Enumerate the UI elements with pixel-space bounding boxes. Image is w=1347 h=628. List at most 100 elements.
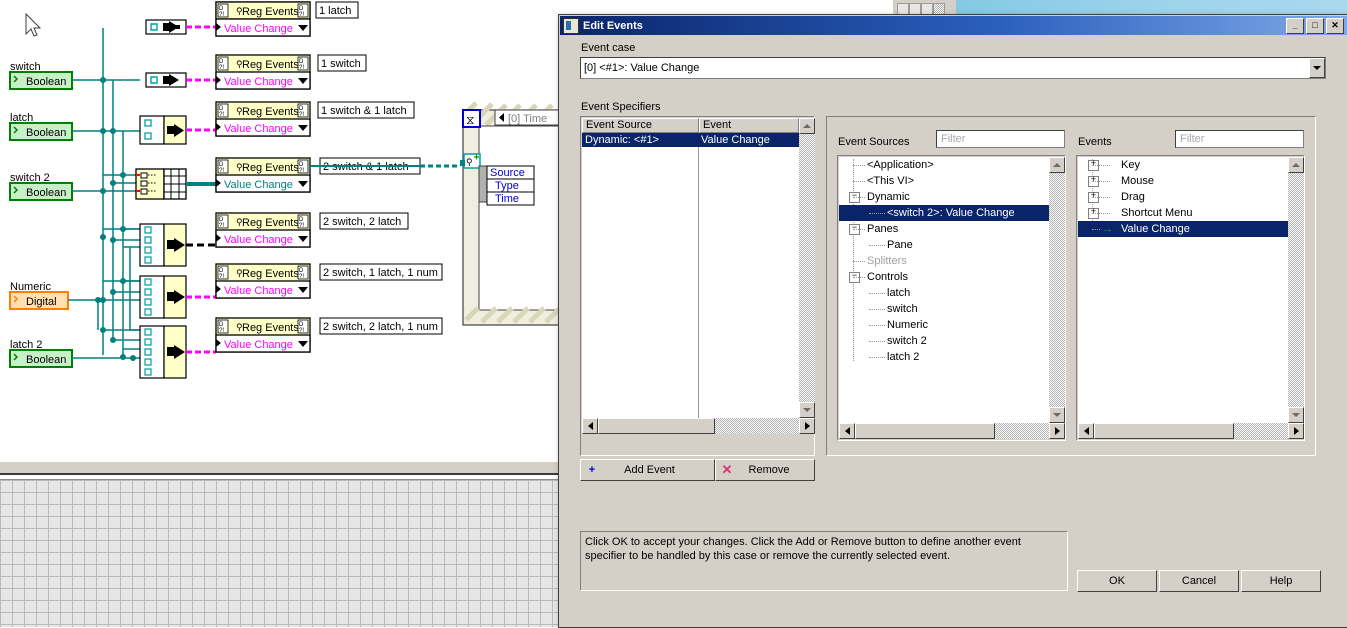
sources-vertical-scrollbar[interactable] — [1049, 157, 1065, 423]
chevron-up-icon — [1053, 163, 1061, 167]
control-terminal-numeric: Numeric Digital — [9, 281, 140, 310]
svg-text:?!: ?! — [219, 328, 224, 334]
event-source-item-latch[interactable]: latch — [839, 285, 1049, 301]
event-case-combo[interactable]: [0] <#1>: Value Change — [580, 57, 1326, 79]
help-button[interactable]: Help — [1241, 570, 1321, 592]
svg-text:Value Change: Value Change — [224, 123, 293, 135]
cancel-button[interactable]: Cancel — [1159, 570, 1239, 592]
scroll-up-button[interactable] — [1049, 157, 1065, 173]
svg-text:?!: ?! — [219, 223, 224, 229]
scroll-left-button[interactable] — [582, 418, 598, 434]
specifiers-list-body[interactable]: Dynamic: <#1> Value Change — [582, 133, 799, 418]
event-item-label: Shortcut Menu — [1121, 207, 1193, 219]
scroll-right-button[interactable] — [799, 418, 815, 434]
event-item-label: Mouse — [1121, 175, 1155, 187]
event-source-item-pane[interactable]: Pane — [839, 237, 1049, 253]
tree-branch-line — [1092, 165, 1110, 166]
event-item-label: Key — [1121, 159, 1140, 171]
event-source-item-switch-2[interactable]: switch 2 — [839, 333, 1049, 349]
events-label: Events — [1078, 136, 1112, 148]
scroll-up-button[interactable] — [1288, 157, 1304, 173]
event-item-mouse[interactable]: + Mouse — [1078, 173, 1288, 189]
event-source-item-switch[interactable]: switch — [839, 301, 1049, 317]
scroll-down-button[interactable] — [1288, 407, 1304, 423]
reg-events-node-1: Reg Events D?! D?! ⚲ Value Change 1 latc… — [215, 1, 359, 37]
event-source-item-dynamic[interactable]: − Dynamic — [839, 189, 1049, 205]
event-item-value-change[interactable]: → Value Change — [1078, 221, 1288, 237]
scroll-left-button[interactable] — [839, 423, 855, 439]
svg-text:Value Change: Value Change — [224, 339, 293, 351]
bundler-node-3 — [139, 115, 187, 145]
scroll-down-button[interactable] — [1049, 407, 1065, 423]
scroll-thumb[interactable] — [598, 418, 715, 434]
minimize-button[interactable]: _ — [1286, 17, 1304, 34]
svg-text:Value Change: Value Change — [224, 23, 293, 35]
event-source-item-switch-2-value-change[interactable]: <switch 2>: Value Change — [839, 205, 1049, 221]
maximize-button[interactable]: □ — [1306, 17, 1324, 34]
edit-events-dialog[interactable]: Edit Events _ □ ✕ Event case [0] <#1>: V… — [558, 14, 1347, 628]
svg-text:⚲: ⚲ — [236, 322, 243, 332]
specifiers-horizontal-scrollbar[interactable] — [582, 418, 815, 434]
dialog-titlebar[interactable]: Edit Events _ □ ✕ — [560, 16, 1347, 35]
scroll-down-button[interactable] — [799, 402, 815, 418]
specifiers-vertical-scrollbar[interactable] — [799, 118, 815, 418]
svg-text:?!: ?! — [299, 112, 304, 118]
sources-horizontal-scrollbar[interactable] — [839, 423, 1065, 439]
dialog-title: Edit Events — [583, 19, 643, 32]
event-item-drag[interactable]: + Drag — [1078, 189, 1288, 205]
svg-text:Boolean: Boolean — [26, 187, 66, 199]
scroll-right-button[interactable] — [1288, 423, 1304, 439]
svg-text:⚲: ⚲ — [236, 268, 243, 278]
svg-text:Source: Source — [490, 167, 525, 179]
chevron-down-icon — [1292, 413, 1300, 417]
event-case-value: [0] <#1>: Value Change — [584, 62, 700, 74]
events-vertical-scrollbar[interactable] — [1288, 157, 1304, 423]
event-source-item-numeric[interactable]: Numeric — [839, 317, 1049, 333]
tree-branch-line — [1092, 181, 1110, 182]
svg-text:Reg Events: Reg Events — [242, 322, 299, 334]
bundler-node-6 — [139, 275, 187, 319]
tree-branch-line — [869, 213, 885, 214]
svg-text:Reg Events: Reg Events — [242, 6, 299, 18]
event-source-item-splitters[interactable]: Splitters — [839, 253, 1049, 269]
remove-button[interactable]: ✕ Remove — [715, 459, 815, 481]
events-filter-input[interactable]: Filter — [1175, 130, 1304, 148]
event-source-item-latch-2[interactable]: latch 2 — [839, 349, 1049, 365]
event-source-item-label: <switch 2>: Value Change — [887, 207, 1015, 219]
event-source-item-this-vi[interactable]: <This VI> — [839, 173, 1049, 189]
svg-text:Time: Time — [495, 193, 519, 205]
event-item-shortcut-menu[interactable]: + Shortcut Menu — [1078, 205, 1288, 221]
column-header-event-source[interactable]: Event Source — [582, 118, 699, 133]
scroll-up-button[interactable] — [799, 118, 815, 134]
scroll-thumb[interactable] — [1094, 423, 1234, 439]
add-event-button[interactable]: + Add Event — [580, 459, 715, 481]
events-horizontal-scrollbar[interactable] — [1078, 423, 1304, 439]
event-sources-filter-input[interactable]: Filter — [936, 130, 1065, 148]
chevron-right-icon — [1293, 427, 1299, 435]
svg-text:[0] Time: [0] Time — [508, 113, 547, 125]
remove-x-icon: ✕ — [721, 462, 733, 477]
ok-button[interactable]: OK — [1077, 570, 1157, 592]
svg-text:Value Change: Value Change — [224, 76, 293, 88]
event-arrow-icon: → — [1102, 223, 1113, 235]
svg-text:1 latch: 1 latch — [319, 5, 351, 17]
close-button[interactable]: ✕ — [1326, 17, 1344, 34]
scroll-right-button[interactable] — [1049, 423, 1065, 439]
tree-branch-line — [869, 325, 885, 326]
tree-branch-line — [853, 197, 865, 198]
event-sources-tree[interactable]: <Application> <This VI> − Dynamic <switch 2>… — [839, 157, 1049, 423]
control-terminal-latch: latch Boolean — [9, 112, 140, 141]
specifier-row-0[interactable]: Dynamic: <#1> Value Change — [582, 133, 799, 147]
event-source-item-controls[interactable]: − Controls — [839, 269, 1049, 285]
event-source-item-panes[interactable]: − Panes — [839, 221, 1049, 237]
scroll-thumb[interactable] — [855, 423, 995, 439]
scroll-left-button[interactable] — [1078, 423, 1094, 439]
events-tree[interactable]: + Key + Mouse + Drag + Shortcut Menu → Value Chan… — [1078, 157, 1288, 423]
event-source-item-label: <This VI> — [867, 175, 915, 187]
event-item-key[interactable]: + Key — [1078, 157, 1288, 173]
svg-text:1 switch & 1 latch: 1 switch & 1 latch — [321, 105, 407, 117]
event-case-dropdown-arrow[interactable] — [1309, 58, 1325, 78]
column-header-event[interactable]: Event — [699, 118, 799, 133]
event-source-item-application[interactable]: <Application> — [839, 157, 1049, 173]
svg-text:Reg Events: Reg Events — [242, 162, 299, 174]
